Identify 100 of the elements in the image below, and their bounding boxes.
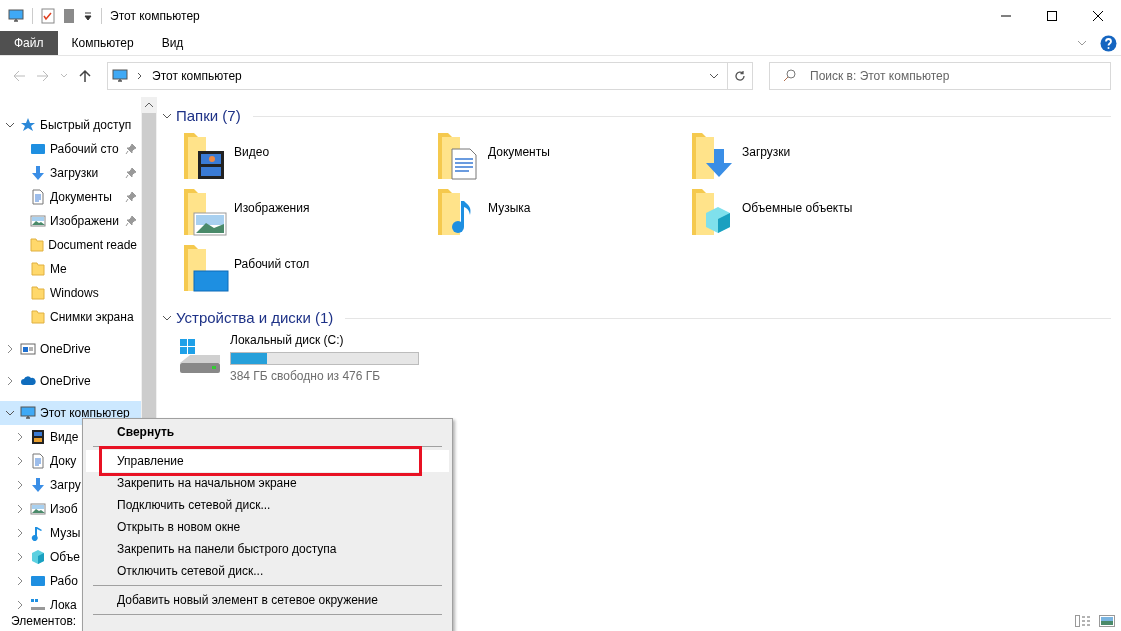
tree-item[interactable]: Windows — [0, 281, 141, 305]
menu-item[interactable]: Открыть в новом окне — [86, 516, 449, 538]
chevron-down-icon[interactable] — [5, 408, 15, 418]
folder-tile[interactable]: Видео — [182, 129, 436, 185]
chevron-right-icon[interactable] — [15, 456, 25, 466]
folder-name: Объемные объекты — [742, 200, 853, 217]
folder-tile[interactable]: Объемные объекты — [690, 185, 944, 241]
refresh-button[interactable] — [728, 62, 753, 90]
down-arrow-icon — [30, 165, 46, 181]
window-icon — [20, 341, 36, 357]
help-icon[interactable] — [1100, 34, 1117, 52]
tree-label: Этот компьютер — [40, 405, 130, 422]
tree-label: Доку — [50, 453, 77, 470]
section-title[interactable]: Устройства и диски (1) — [176, 306, 334, 330]
chevron-down-icon[interactable] — [162, 111, 172, 121]
chevron-right-icon[interactable] — [15, 552, 25, 562]
folder-tile[interactable]: Музыка — [436, 185, 690, 241]
pin-icon[interactable] — [125, 167, 137, 179]
address-bar[interactable]: Этот компьютер — [107, 62, 728, 90]
tree-item[interactable]: Изображени — [0, 209, 141, 233]
pin-icon[interactable] — [125, 215, 137, 227]
folder-name: Загрузки — [742, 144, 791, 161]
star-icon — [20, 117, 36, 133]
chevron-right-icon[interactable] — [5, 376, 15, 386]
maximize-icon — [1046, 9, 1058, 22]
chevron-right-icon[interactable] — [15, 576, 25, 586]
search-field[interactable]: Поиск в: Этот компьютер — [769, 62, 1111, 90]
chevron-right-icon[interactable] — [15, 480, 25, 490]
menu-item[interactable]: Закрепить на начальном экране — [86, 472, 449, 494]
tree-label: OneDrive — [40, 341, 91, 358]
tree-item[interactable]: OneDrive — [0, 369, 141, 393]
ribbon-tab[interactable]: Вид — [147, 31, 198, 55]
chevron-right-icon[interactable] — [15, 528, 25, 538]
tree-label: OneDrive — [40, 373, 91, 390]
image-icon — [30, 213, 46, 229]
chevron-right-icon[interactable] — [15, 432, 25, 442]
tree-item[interactable]: Документы — [0, 185, 141, 209]
tree-item[interactable]: Загрузки — [0, 161, 141, 185]
pin-icon[interactable] — [125, 191, 137, 203]
tree-item[interactable]: Снимки экрана — [0, 305, 141, 329]
chevron-down-icon[interactable] — [5, 120, 15, 130]
tree-label: Загру — [50, 477, 81, 494]
window-title: Этот компьютер — [110, 7, 200, 25]
tree-item[interactable]: Быстрый доступ — [0, 113, 141, 137]
tree-item[interactable]: OneDrive — [0, 337, 141, 361]
tree-label: Windows — [50, 285, 99, 302]
folder-tile[interactable]: Документы — [436, 129, 690, 185]
breadcrumb-chevron-icon[interactable] — [136, 72, 144, 80]
chevron-down-icon[interactable] — [162, 313, 172, 323]
tiles-view-icon[interactable] — [1099, 614, 1115, 627]
down-arrow-icon — [30, 477, 46, 493]
menu-item[interactable]: Добавить новый элемент в сетевое окружение — [86, 589, 449, 611]
computer-icon — [20, 405, 36, 421]
monitor-icon — [30, 573, 46, 589]
computer-icon — [112, 68, 128, 84]
refresh-icon — [734, 70, 746, 82]
up-arrow-icon[interactable] — [78, 69, 92, 83]
folder-tile[interactable]: Загрузки — [690, 129, 944, 185]
ribbon-tab[interactable]: Компьютер — [57, 31, 148, 55]
tree-label: Быстрый доступ — [40, 117, 132, 134]
back-arrow-icon[interactable] — [12, 69, 26, 83]
film-icon — [30, 429, 46, 445]
menu-item[interactable]: Закрепить на панели быстрого доступа — [86, 538, 449, 560]
menu-item[interactable]: Подключить сетевой диск... — [86, 494, 449, 516]
tree-item[interactable]: Me — [0, 257, 141, 281]
tree-label: Изоб — [50, 501, 78, 518]
chevron-right-icon[interactable] — [5, 344, 15, 354]
section-title[interactable]: Папки (7) — [176, 104, 241, 128]
details-view-icon[interactable] — [1075, 614, 1091, 627]
folder-tile[interactable]: Изображения — [182, 185, 436, 241]
folder-name: Видео — [234, 144, 270, 161]
pin-icon[interactable] — [125, 143, 137, 155]
address-text: Этот компьютер — [152, 68, 242, 85]
chevron-right-icon[interactable] — [15, 504, 25, 514]
image-icon — [30, 501, 46, 517]
free-space-text: 384 ГБ свободно из 476 ГБ — [230, 368, 382, 385]
close-icon — [1092, 9, 1104, 22]
drive-tile[interactable]: Локальный диск (C:) 384 ГБ свободно из 476 ГБ — [162, 331, 1111, 385]
folder-tile[interactable]: Рабочий стол — [182, 241, 436, 297]
search-icon — [783, 69, 796, 82]
forward-arrow-icon[interactable] — [36, 69, 50, 83]
tree-item[interactable]: Document reade — [0, 233, 141, 257]
menu-item[interactable]: Управление — [86, 450, 449, 472]
computer-icon — [8, 7, 24, 24]
checklist-icon[interactable] — [41, 7, 55, 24]
chevron-down-icon[interactable] — [709, 71, 719, 81]
tree-label: Me — [50, 261, 67, 278]
folder-name: Документы — [488, 144, 550, 161]
monitor-icon — [30, 141, 46, 157]
document-icon — [30, 453, 46, 469]
tree-label: Объе — [50, 549, 80, 566]
tree-label: Документы — [50, 189, 112, 206]
chevron-right-icon[interactable] — [15, 600, 25, 610]
status-text: Элементов: — [11, 612, 77, 630]
tree-item[interactable]: Рабочий сто — [0, 137, 141, 161]
dropdown-icon[interactable] — [83, 10, 93, 21]
folder-name: Изображения — [234, 200, 310, 217]
menu-item[interactable]: Отключить сетевой диск... — [86, 560, 449, 582]
tree-label: Загрузки — [50, 165, 99, 182]
document-icon — [30, 189, 46, 205]
